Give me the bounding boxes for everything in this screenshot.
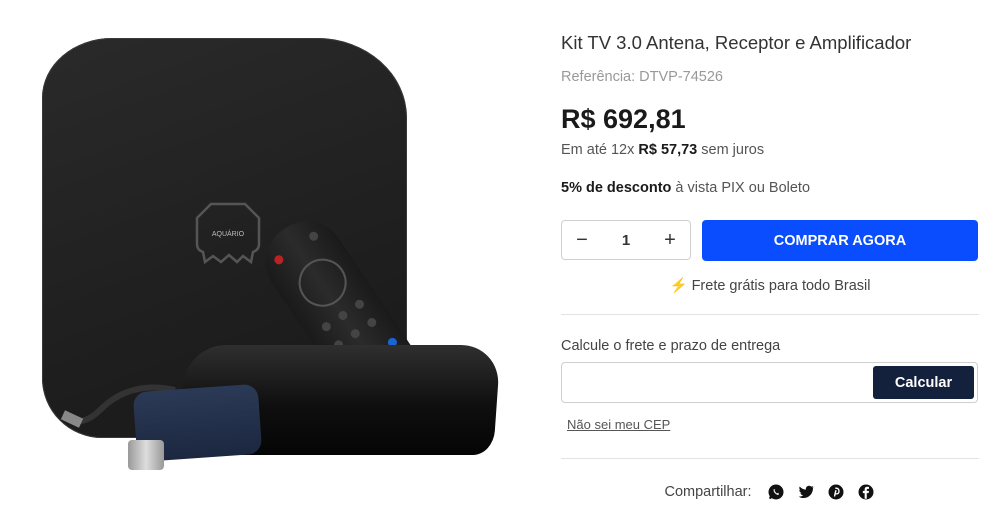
brand-logo: AQUÁRIO <box>195 202 261 265</box>
whatsapp-icon[interactable] <box>766 482 786 502</box>
installment-prefix: Em até 12x <box>561 142 639 158</box>
quantity-stepper: − 1 + <box>561 220 691 260</box>
cep-input[interactable] <box>568 369 872 399</box>
product-price: R$ 692,81 <box>561 104 686 134</box>
calculate-button[interactable]: Calcular <box>873 366 974 399</box>
free-shipping-note: ⚡ Frete grátis para todo Brasil <box>561 277 979 294</box>
divider <box>561 314 979 315</box>
share-bar: Compartilhar: <box>561 482 979 502</box>
installment-info: Em até 12x R$ 57,73 sem juros <box>561 142 764 158</box>
buy-now-button[interactable]: COMPRAR AGORA <box>702 220 978 261</box>
discount-text: à vista PIX ou Boleto <box>671 180 811 196</box>
discount-info: 5% de desconto à vista PIX ou Boleto <box>561 180 810 196</box>
product-image: AQUÁRIO <box>0 0 540 529</box>
cep-form: Calcular <box>561 362 978 403</box>
installment-suffix: sem juros <box>697 142 765 158</box>
quantity-value[interactable]: 1 <box>622 232 630 249</box>
free-shipping-text: Frete grátis para todo Brasil <box>691 278 871 294</box>
twitter-icon[interactable] <box>796 482 816 502</box>
bolt-icon: ⚡ <box>669 278 688 294</box>
product-reference: Referência: DTVP-74526 <box>561 69 723 85</box>
installment-value: R$ 57,73 <box>638 142 698 158</box>
product-title: Kit TV 3.0 Antena, Receptor e Amplificad… <box>561 32 912 53</box>
increase-quantity-button[interactable]: + <box>650 221 690 259</box>
decrease-quantity-button[interactable]: − <box>562 221 602 259</box>
discount-percent: 5% de desconto <box>561 180 672 196</box>
shipping-calc-label: Calcule o frete e prazo de entrega <box>561 338 781 354</box>
divider <box>561 458 979 459</box>
brand-logo-text: AQUÁRIO <box>212 229 245 238</box>
amplifier-connector <box>128 440 164 470</box>
share-label: Compartilhar: <box>664 484 752 500</box>
facebook-icon[interactable] <box>856 482 876 502</box>
pinterest-icon[interactable] <box>826 482 846 502</box>
no-cep-link[interactable]: Não sei meu CEP <box>567 417 670 432</box>
